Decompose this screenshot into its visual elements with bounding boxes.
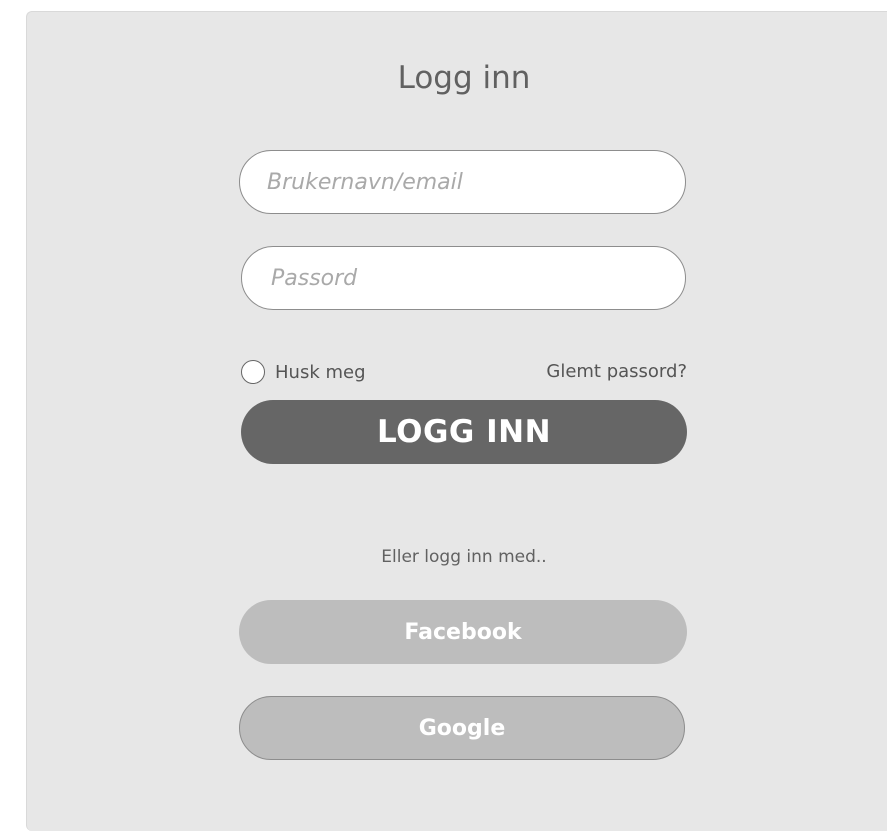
google-login-button[interactable]: Google [239, 696, 685, 760]
remember-me-label: Husk meg [275, 361, 366, 383]
alternative-login-text: Eller logg inn med.. [381, 547, 547, 567]
forgot-password-link[interactable]: Glemt passord? [546, 361, 687, 382]
remember-me-radio[interactable] [241, 360, 265, 384]
username-input[interactable] [239, 150, 686, 214]
facebook-login-button[interactable]: Facebook [239, 600, 687, 664]
page-title: Logg inn [397, 60, 531, 96]
login-button[interactable]: LOGG INN [241, 400, 687, 464]
remember-me-option[interactable]: Husk meg [241, 360, 366, 384]
password-input[interactable] [241, 246, 686, 310]
